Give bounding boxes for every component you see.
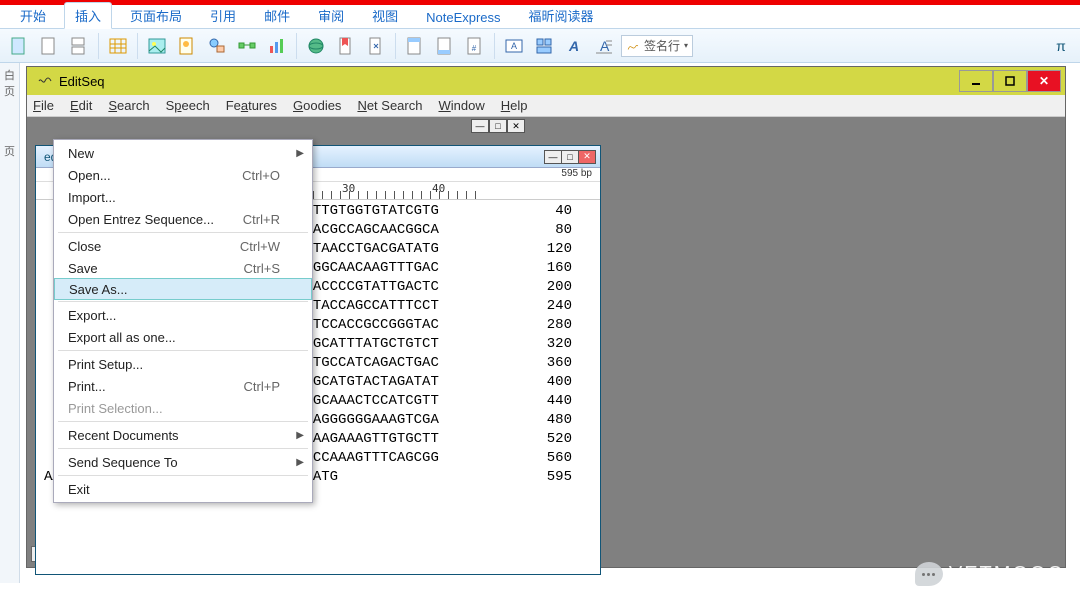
- menu-netsearch[interactable]: Net Search: [357, 98, 422, 113]
- bookmark-icon[interactable]: [333, 33, 359, 59]
- menu-features[interactable]: Features: [226, 98, 277, 113]
- separator: [137, 33, 138, 59]
- cover-page-icon[interactable]: [6, 33, 32, 59]
- tab-layout[interactable]: 页面布局: [120, 3, 192, 28]
- menu-separator: [58, 301, 308, 302]
- chart-icon[interactable]: [264, 33, 290, 59]
- tab-foxit[interactable]: 福昕阅读器: [519, 3, 604, 28]
- wordart-icon[interactable]: A: [561, 33, 587, 59]
- svg-text:A: A: [600, 38, 610, 54]
- menu-item-new[interactable]: New▶: [54, 142, 312, 164]
- menu-search[interactable]: Search: [108, 98, 149, 113]
- editseq-title: EditSeq: [31, 73, 959, 89]
- equation-icon[interactable]: π: [1048, 33, 1074, 59]
- editseq-main-window: EditSeq ✕ File Edit Search Speech Featur…: [26, 66, 1066, 568]
- menu-item-print-selection: Print Selection...: [54, 397, 312, 419]
- smartart-icon[interactable]: [234, 33, 260, 59]
- menu-goodies[interactable]: Goodies: [293, 98, 341, 113]
- close-button[interactable]: ✕: [1027, 70, 1061, 92]
- menu-item-export-all-as-one[interactable]: Export all as one...: [54, 326, 312, 348]
- hyperlink-icon[interactable]: [303, 33, 329, 59]
- blank-page-icon[interactable]: [36, 33, 62, 59]
- menu-item-recent-documents[interactable]: Recent Documents▶: [54, 424, 312, 446]
- tab-start[interactable]: 开始: [10, 3, 56, 28]
- seq-close-button[interactable]: ✕: [578, 150, 596, 164]
- menu-item-open-entrez-sequence[interactable]: Open Entrez Sequence...Ctrl+R: [54, 208, 312, 230]
- menu-separator: [58, 475, 308, 476]
- svg-text:A: A: [568, 38, 579, 54]
- svg-text:π: π: [1056, 38, 1066, 54]
- chat-bubble-icon: [915, 562, 943, 586]
- watermark-text: VETMOOC: [949, 563, 1064, 586]
- tab-noteexpress[interactable]: NoteExpress: [416, 7, 510, 28]
- menu-item-import[interactable]: Import...: [54, 186, 312, 208]
- page-number-icon[interactable]: #: [462, 33, 488, 59]
- tab-review[interactable]: 审阅: [308, 3, 354, 28]
- svg-text:A: A: [511, 41, 517, 51]
- editseq-workspace: — □ ✕ eq : SEQUENCE — □ ✕ 595 bp 30 40 T…: [27, 117, 1065, 567]
- bg-maximize-button[interactable]: □: [489, 119, 507, 133]
- separator: [296, 33, 297, 59]
- maximize-button[interactable]: [993, 70, 1027, 92]
- dropcap-icon[interactable]: A: [591, 33, 617, 59]
- menu-separator: [58, 350, 308, 351]
- page-break-icon[interactable]: [66, 33, 92, 59]
- bg-minimize-button[interactable]: —: [471, 119, 489, 133]
- editseq-menubar: File Edit Search Speech Features Goodies…: [27, 95, 1065, 117]
- editseq-titlebar[interactable]: EditSeq ✕: [27, 67, 1065, 95]
- bg-close-button[interactable]: ✕: [507, 119, 525, 133]
- shapes-icon[interactable]: [204, 33, 230, 59]
- left-ruler-margin: 白页 页: [0, 63, 20, 583]
- footer-icon[interactable]: [432, 33, 458, 59]
- menu-item-print-setup[interactable]: Print Setup...: [54, 353, 312, 375]
- picture-icon[interactable]: [144, 33, 170, 59]
- tab-view[interactable]: 视图: [362, 3, 408, 28]
- menu-help[interactable]: Help: [501, 98, 528, 113]
- menu-item-export[interactable]: Export...: [54, 304, 312, 326]
- svg-text:#: #: [472, 44, 477, 53]
- separator: [395, 33, 396, 59]
- menu-item-print[interactable]: Print...Ctrl+P: [54, 375, 312, 397]
- watermark: VETMOOC: [915, 562, 1064, 586]
- tab-insert[interactable]: 插入: [64, 2, 112, 29]
- seq-minimize-button[interactable]: —: [544, 150, 562, 164]
- file-dropdown-menu: New▶Open...Ctrl+OImport...Open Entrez Se…: [53, 139, 313, 503]
- menu-item-save-as[interactable]: Save As...: [54, 278, 312, 300]
- separator: [494, 33, 495, 59]
- textbox-icon[interactable]: A: [501, 33, 527, 59]
- menu-separator: [58, 232, 308, 233]
- table-icon[interactable]: [105, 33, 131, 59]
- quickparts-icon[interactable]: [531, 33, 557, 59]
- menu-item-send-sequence-to[interactable]: Send Sequence To▶: [54, 451, 312, 473]
- background-window-controls: — □ ✕: [307, 117, 525, 135]
- seq-maximize-button[interactable]: □: [561, 150, 579, 164]
- tab-references[interactable]: 引用: [200, 3, 246, 28]
- editseq-app-icon: [37, 73, 53, 89]
- tab-mail[interactable]: 邮件: [254, 3, 300, 28]
- signature-line-combo[interactable]: 签名行▾: [621, 35, 693, 57]
- menu-edit[interactable]: Edit: [70, 98, 92, 113]
- crossref-icon[interactable]: [363, 33, 389, 59]
- menu-item-save[interactable]: SaveCtrl+S: [54, 257, 312, 279]
- menu-window[interactable]: Window: [438, 98, 484, 113]
- header-icon[interactable]: [402, 33, 428, 59]
- menu-separator: [58, 421, 308, 422]
- minimize-button[interactable]: [959, 70, 993, 92]
- menu-item-open[interactable]: Open...Ctrl+O: [54, 164, 312, 186]
- window-controls: ✕: [959, 70, 1061, 92]
- separator: [98, 33, 99, 59]
- clipart-icon[interactable]: [174, 33, 200, 59]
- word-ribbon-tabs: 开始 插入 页面布局 引用 邮件 审阅 视图 NoteExpress 福昕阅读器: [0, 5, 1080, 29]
- menu-file[interactable]: File: [33, 98, 54, 113]
- menu-speech[interactable]: Speech: [166, 98, 210, 113]
- word-ribbon: # A A A 签名行▾ π: [0, 29, 1080, 63]
- menu-separator: [58, 448, 308, 449]
- menu-item-close[interactable]: CloseCtrl+W: [54, 235, 312, 257]
- menu-item-exit[interactable]: Exit: [54, 478, 312, 500]
